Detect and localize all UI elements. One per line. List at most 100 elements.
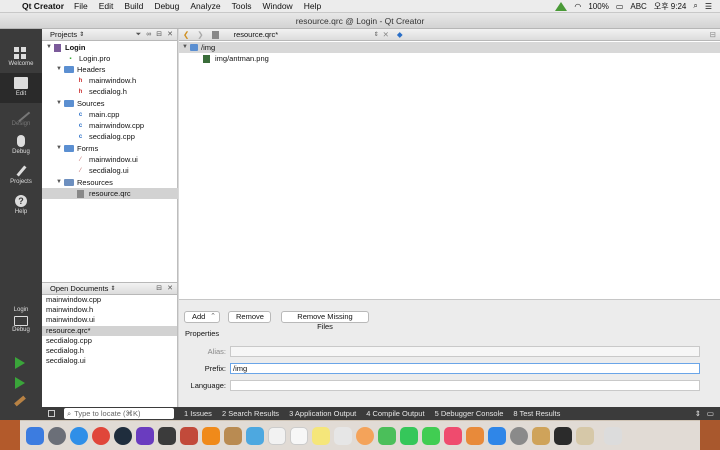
class-browser-icon[interactable]: ◆ <box>397 30 403 39</box>
toggle-sidebar-icon[interactable] <box>48 410 55 417</box>
menu-list-icon[interactable]: ☰ <box>705 2 712 11</box>
debug-run-icon[interactable] <box>15 377 25 389</box>
launchpad-icon[interactable] <box>48 426 66 445</box>
clock[interactable]: 오후 9:24 <box>654 1 687 12</box>
expand-arrow-icon[interactable]: ▼ <box>56 143 64 154</box>
app-icon[interactable] <box>576 426 594 445</box>
safari-icon[interactable] <box>70 426 88 445</box>
mode-welcome[interactable]: Welcome <box>0 43 42 73</box>
chevron-updown-icon[interactable]: ⇕ <box>374 31 379 38</box>
resource-file-node[interactable]: img/antman.png <box>203 53 269 64</box>
tree-item-mainwindow-h[interactable]: h mainwindow.h <box>77 75 136 86</box>
close-icon[interactable]: ✕ <box>167 283 173 295</box>
mode-design[interactable]: Design <box>0 103 42 133</box>
pane-button-test-results[interactable]: 8 Test Results <box>513 409 560 418</box>
chevron-updown-icon[interactable]: ⇕ <box>79 29 84 41</box>
mode-debug[interactable]: Debug <box>0 131 42 161</box>
open-document-item-selected[interactable]: resource.qrc* <box>42 325 177 336</box>
back-arrow-icon[interactable]: ❮ <box>183 30 189 39</box>
expand-arrow-icon[interactable]: ▼ <box>182 42 190 53</box>
status-app-icon[interactable] <box>555 1 568 11</box>
battery-icon[interactable]: ▭ <box>616 2 624 11</box>
terminal-icon[interactable] <box>554 426 572 445</box>
app-icon[interactable] <box>180 426 198 445</box>
mode-edit[interactable]: Edit <box>0 73 42 103</box>
resource-prefix-node[interactable]: ▼ /img <box>179 42 720 53</box>
open-document-item[interactable]: mainwindow.cpp <box>42 295 177 305</box>
tree-item-main-cpp[interactable]: c main.cpp <box>77 109 120 120</box>
remove-missing-files-button[interactable]: Remove Missing Files <box>281 311 369 331</box>
open-document-item[interactable]: mainwindow.h <box>42 305 177 315</box>
menu-edit[interactable]: Edit <box>99 1 114 11</box>
expand-arrow-icon[interactable]: ▼ <box>46 42 54 53</box>
tree-folder-sources[interactable]: ▼ Sources <box>56 98 105 109</box>
pane-button-compile-output[interactable]: 4 Compile Output <box>366 409 424 418</box>
app-icon[interactable] <box>532 426 550 445</box>
chevron-updown-icon[interactable]: ⇕ <box>695 409 701 418</box>
mode-projects[interactable]: Projects <box>0 161 42 191</box>
tree-item-secdialog-ui[interactable]: ⁄ secdialog.ui <box>77 165 129 176</box>
calendar-icon[interactable] <box>268 426 286 445</box>
chrome-icon[interactable] <box>92 426 110 445</box>
expand-arrow-icon[interactable]: ▼ <box>56 98 64 109</box>
close-icon[interactable]: ✕ <box>167 29 173 41</box>
trash-icon[interactable] <box>604 426 622 445</box>
system-preferences-icon[interactable] <box>510 426 528 445</box>
locator-input[interactable]: ⌕ Type to locate (⌘K) <box>64 408 174 419</box>
tree-folder-resources[interactable]: ▼ Resources <box>56 177 113 188</box>
open-document-item[interactable]: secdialog.ui <box>42 356 177 366</box>
menu-window[interactable]: Window <box>262 1 292 11</box>
menu-app-name[interactable]: Qt Creator <box>22 1 64 11</box>
pane-button-application-output[interactable]: 3 Application Output <box>289 409 356 418</box>
tree-item-secdialog-h[interactable]: h secdialog.h <box>77 86 127 97</box>
prefix-input[interactable]: /img <box>230 363 700 374</box>
facetime-icon[interactable] <box>378 426 396 445</box>
open-documents-title[interactable]: Open Documents <box>50 283 108 295</box>
split-icon[interactable]: ⊟ <box>156 29 162 41</box>
app-icon[interactable] <box>224 426 242 445</box>
tree-item-secdialog-cpp[interactable]: c secdialog.cpp <box>77 131 135 142</box>
menu-tools[interactable]: Tools <box>232 1 252 11</box>
link-icon[interactable]: ∞ <box>146 29 151 41</box>
chevron-updown-icon[interactable]: ⇕ <box>110 283 115 295</box>
expand-arrow-icon[interactable]: ▼ <box>56 177 64 188</box>
tree-project-login[interactable]: ▼ Login <box>46 42 85 53</box>
tree-item-mainwindow-cpp[interactable]: c mainwindow.cpp <box>77 120 144 131</box>
add-button[interactable]: Add <box>184 311 220 323</box>
alias-input[interactable] <box>230 346 700 357</box>
run-icon[interactable] <box>15 357 25 369</box>
split-icon[interactable]: ⊟ <box>156 283 162 295</box>
language-input[interactable] <box>230 380 700 391</box>
split-icon[interactable]: ⊟ <box>710 30 716 39</box>
menu-file[interactable]: File <box>74 1 88 11</box>
final-cut-icon[interactable] <box>158 426 176 445</box>
open-document-item[interactable]: secdialog.cpp <box>42 336 177 346</box>
pane-button-issues[interactable]: 1 Issues <box>184 409 212 418</box>
maps-icon[interactable] <box>334 426 352 445</box>
kit-selector[interactable]: Login Debug <box>0 302 42 346</box>
menu-debug[interactable]: Debug <box>154 1 179 11</box>
pane-button-debugger-console[interactable]: 5 Debugger Console <box>435 409 504 418</box>
reminders-icon[interactable] <box>290 426 308 445</box>
close-document-icon[interactable]: ✕ <box>383 30 389 39</box>
books-icon[interactable] <box>466 426 484 445</box>
projects-title[interactable]: Projects <box>50 29 77 41</box>
vlc-icon[interactable] <box>202 426 220 445</box>
tree-item-resource-qrc[interactable]: resource.qrc <box>42 188 178 199</box>
filter-icon[interactable]: ⏷ <box>136 29 142 41</box>
qt-icon[interactable] <box>422 426 440 445</box>
open-document-item[interactable]: secdialog.h <box>42 346 177 356</box>
input-source[interactable]: ABC <box>630 2 646 11</box>
menu-help[interactable]: Help <box>304 1 321 11</box>
photos-icon[interactable] <box>356 426 374 445</box>
music-icon[interactable] <box>444 426 462 445</box>
open-document-item[interactable]: mainwindow.ui <box>42 315 177 325</box>
tree-folder-headers[interactable]: ▼ Headers <box>56 64 105 75</box>
app-icon[interactable] <box>246 426 264 445</box>
battery-text[interactable]: 100% <box>588 2 608 11</box>
search-icon[interactable]: ⌕ <box>693 1 697 11</box>
wifi-icon[interactable]: ◠ <box>574 2 581 11</box>
toggle-output-icon[interactable]: ▭ <box>707 409 714 418</box>
tree-item-login-pro[interactable]: ▪ Login.pro <box>67 53 110 64</box>
messages-icon[interactable] <box>400 426 418 445</box>
